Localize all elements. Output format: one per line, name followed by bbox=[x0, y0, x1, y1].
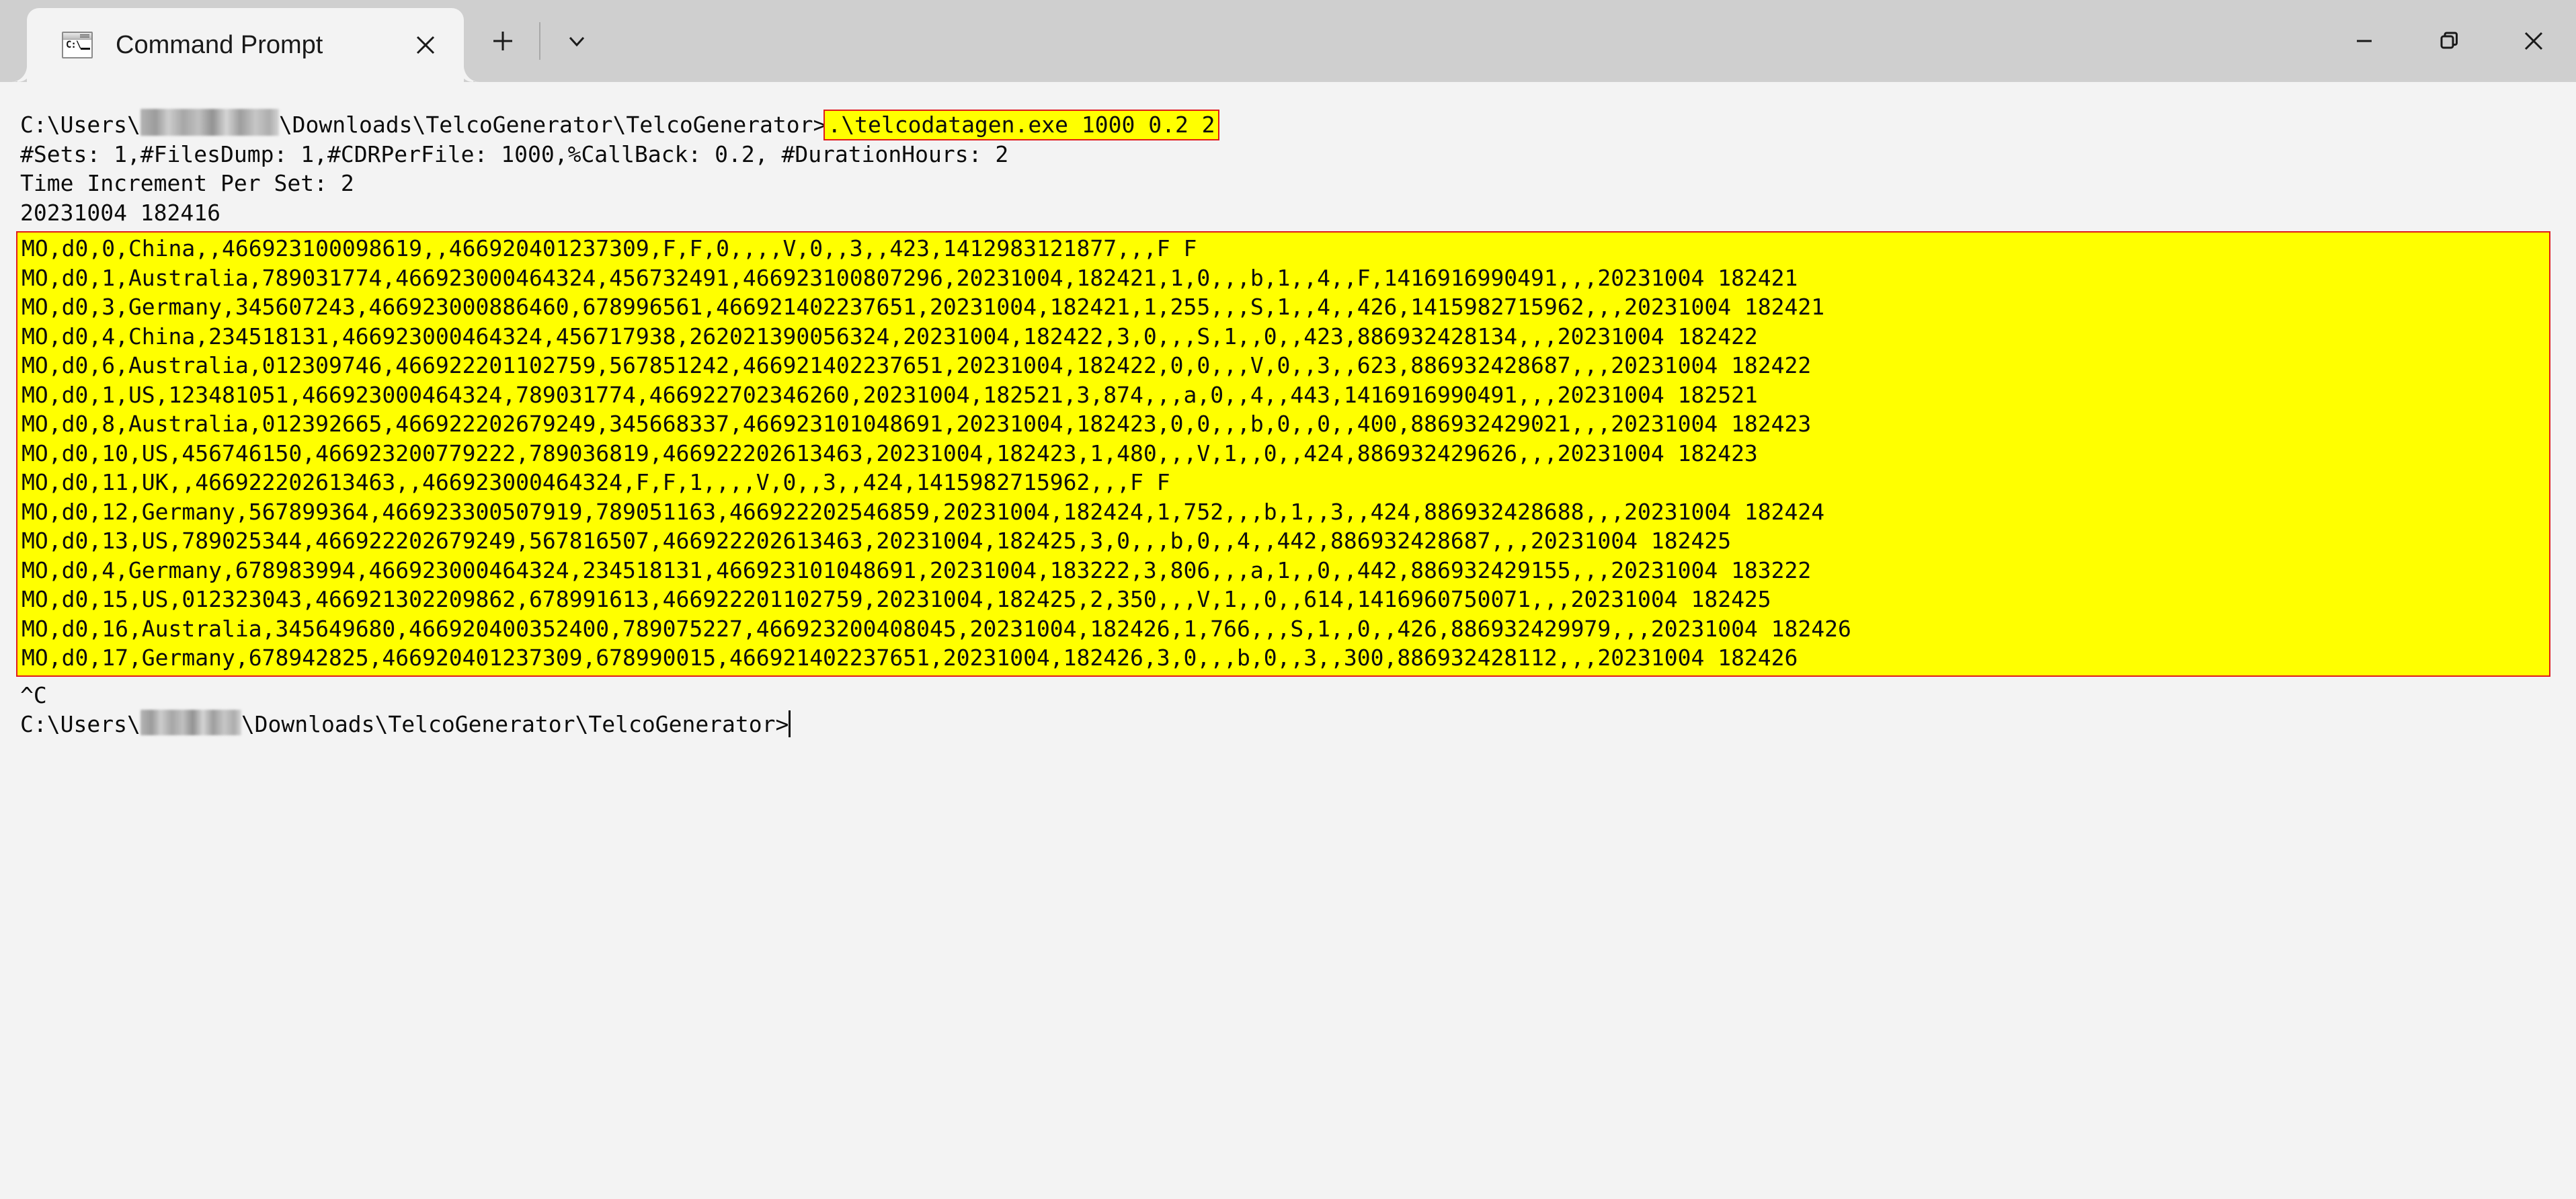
redacted-username bbox=[140, 710, 241, 735]
cdr-line: MO,d0,4,Germany,678983994,46692300046432… bbox=[22, 556, 1812, 583]
interrupt-line: ^C bbox=[20, 681, 47, 708]
tab-corner-left bbox=[11, 66, 27, 82]
highlighted-command: .\telcodatagen.exe 1000 0.2 2 bbox=[823, 110, 1219, 140]
command-prompt-window: C:\ Command Prompt C:\Users\ \Downloads\… bbox=[0, 0, 2576, 1199]
toolbar-divider bbox=[539, 22, 540, 60]
command-prompt-line: C:\Users\ \Downloads\TelcoGenerator\Telco… bbox=[20, 109, 2576, 140]
window-controls bbox=[2322, 0, 2576, 82]
cdr-line: MO,d0,15,US,012323043,466921302209862,67… bbox=[22, 586, 1771, 612]
command-prompt-icon: C:\ bbox=[62, 32, 93, 58]
cdr-line: MO,d0,3,Germany,345607243,46692300088646… bbox=[22, 294, 1825, 320]
cdr-line: MO,d0,8,Australia,012392665,466922202679… bbox=[22, 411, 1812, 437]
restore-icon[interactable] bbox=[2407, 0, 2491, 82]
minimize-icon[interactable] bbox=[2322, 0, 2407, 82]
cdr-line: MO,d0,4,China,234518131,466923000464324,… bbox=[22, 323, 1758, 349]
tab-strip-actions bbox=[464, 0, 609, 82]
cdr-line: MO,d0,16,Australia,345649680,46692040035… bbox=[22, 615, 1851, 642]
cdr-line: MO,d0,1,Australia,789031774,466923000464… bbox=[22, 264, 1798, 291]
prompt-prefix: C:\Users\ bbox=[20, 112, 140, 138]
chevron-down-icon[interactable] bbox=[545, 0, 609, 82]
cdr-line: MO,d0,11,UK,,466922202613463,,4669230004… bbox=[22, 469, 1170, 495]
close-window-icon[interactable] bbox=[2491, 0, 2576, 82]
prompt-prefix: C:\Users\ bbox=[20, 711, 140, 737]
title-bar-drag-region[interactable] bbox=[609, 0, 2322, 82]
new-tab-icon[interactable] bbox=[471, 0, 535, 82]
prompt-path: \Downloads\TelcoGenerator\TelcoGenerator… bbox=[278, 112, 827, 138]
tab-command-prompt[interactable]: C:\ Command Prompt bbox=[11, 8, 480, 82]
cdr-line: MO,d0,6,Australia,012309746,466922201102… bbox=[22, 352, 1812, 378]
cdr-line: MO,d0,1,US,123481051,466923000464324,789… bbox=[22, 381, 1758, 408]
text-cursor bbox=[789, 710, 791, 737]
output-line-sets: #Sets: 1,#FilesDump: 1,#CDRPerFile: 1000… bbox=[20, 140, 1009, 167]
output-line-timestamp: 20231004 182416 bbox=[20, 199, 221, 226]
cdr-line: MO,d0,0,China,,466923100098619,,46692040… bbox=[22, 235, 1197, 261]
cdr-line: MO,d0,13,US,789025344,466922202679249,56… bbox=[22, 528, 1732, 554]
redacted-username bbox=[140, 109, 279, 136]
tab-strip: C:\ Command Prompt bbox=[0, 0, 609, 82]
close-tab-icon[interactable] bbox=[397, 16, 454, 74]
cdr-line: MO,d0,10,US,456746150,466923200779222,78… bbox=[22, 440, 1758, 466]
output-line-time-increment: Time Increment Per Set: 2 bbox=[20, 170, 354, 196]
final-prompt-line: C:\Users\ \Downloads\TelcoGenerator\Telco… bbox=[20, 710, 2576, 739]
terminal-output-area[interactable]: C:\Users\ \Downloads\TelcoGenerator\Telco… bbox=[0, 82, 2576, 1199]
cdr-line: MO,d0,17,Germany,678942825,4669204012373… bbox=[22, 645, 1798, 671]
highlighted-cdr-block: MO,d0,0,China,,466923100098619,,46692040… bbox=[16, 231, 2550, 677]
prompt-path: \Downloads\TelcoGenerator\TelcoGenerator… bbox=[241, 711, 789, 737]
title-bar[interactable]: C:\ Command Prompt bbox=[0, 0, 2576, 82]
tab-title: Command Prompt bbox=[116, 30, 323, 59]
cdr-line: MO,d0,12,Germany,567899364,4669233005079… bbox=[22, 498, 1825, 525]
